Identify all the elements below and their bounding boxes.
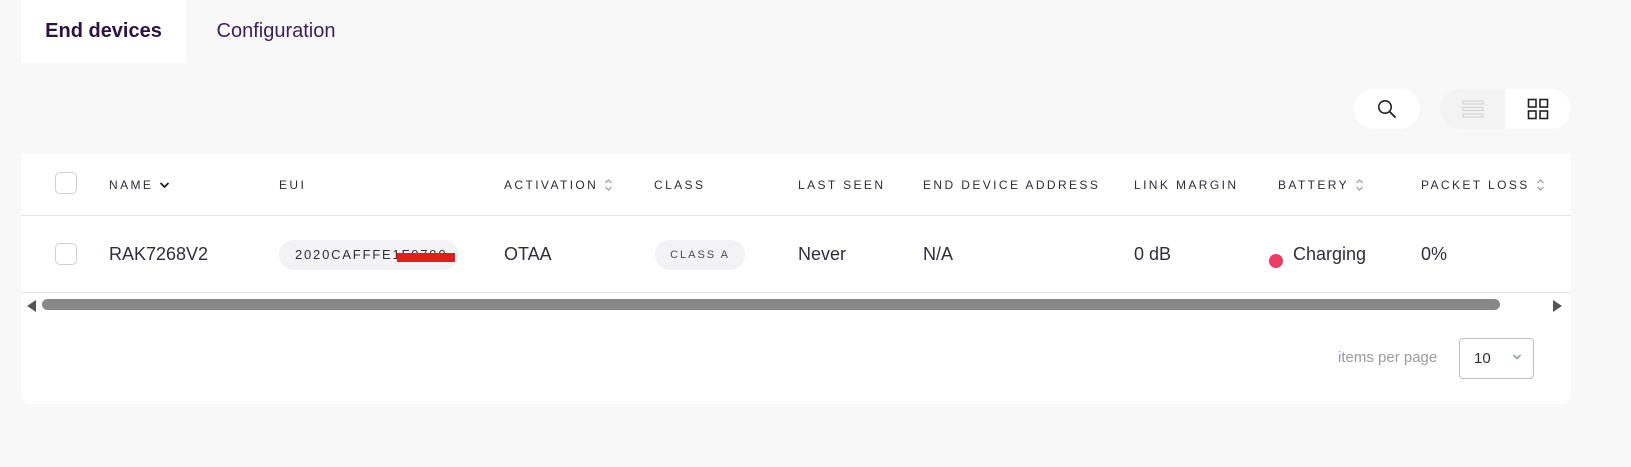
column-header-class-label: CLASS	[654, 178, 706, 192]
sort-toggle-icon	[1355, 178, 1364, 192]
tab-end-devices[interactable]: End devices	[21, 0, 186, 63]
list-view-button[interactable]	[1440, 89, 1505, 129]
column-header-end-device-address-label: END DEVICE ADDRESS	[923, 178, 1101, 192]
column-header-packet-loss-label: PACKET LOSS	[1421, 178, 1530, 192]
activation-value: OTAA	[504, 244, 552, 264]
column-header-last-seen-label: LAST SEEN	[798, 178, 886, 192]
devices-table-card: NAME EUI ACTIVATION CLASS LAST SEEN END …	[21, 154, 1571, 404]
sort-descending-icon	[159, 181, 170, 189]
column-header-end-device-address: END DEVICE ADDRESS	[923, 178, 1100, 192]
items-per-page-value: 10	[1474, 350, 1491, 367]
table-header: NAME EUI ACTIVATION CLASS LAST SEEN END …	[21, 154, 1571, 216]
class-badge: CLASS A	[655, 240, 745, 270]
chevron-down-icon	[1513, 354, 1521, 360]
list-view-icon	[1462, 100, 1483, 118]
redaction-mark	[397, 253, 455, 262]
tab-configuration[interactable]: Configuration	[186, 0, 366, 63]
items-per-page-select[interactable]: 10	[1459, 338, 1534, 379]
eui-badge: 2020CAFFFE1F0700	[279, 240, 459, 270]
column-header-class: CLASS	[654, 178, 705, 192]
column-header-battery[interactable]: BATTERY	[1278, 178, 1364, 192]
packet-loss-value: 0%	[1421, 244, 1448, 264]
scroll-left-arrow-icon[interactable]	[27, 300, 36, 312]
column-header-activation-label: ACTIVATION	[504, 178, 599, 192]
items-per-page-label: items per page	[1338, 349, 1438, 366]
horizontal-scrollbar[interactable]	[21, 296, 1571, 313]
column-header-link-margin-label: LINK MARGIN	[1134, 178, 1239, 192]
scroll-right-arrow-icon[interactable]	[1553, 300, 1562, 312]
sort-toggle-icon	[1536, 178, 1545, 192]
battery-status-dot	[1269, 254, 1283, 268]
column-header-name-label: NAME	[109, 178, 154, 192]
column-header-name[interactable]: NAME	[109, 178, 170, 192]
column-header-last-seen: LAST SEEN	[798, 178, 885, 192]
view-toggle	[1440, 89, 1571, 129]
column-header-link-margin: LINK MARGIN	[1134, 178, 1238, 192]
grid-view-icon	[1527, 98, 1548, 120]
column-header-battery-label: BATTERY	[1278, 178, 1350, 192]
column-header-activation[interactable]: ACTIVATION	[504, 178, 613, 192]
column-header-eui: EUI	[279, 178, 306, 192]
last-seen-value: Never	[798, 244, 847, 264]
column-header-eui-label: EUI	[279, 178, 307, 192]
scrollbar-thumb[interactable]	[42, 299, 1500, 310]
sort-toggle-icon	[604, 178, 613, 192]
table-row[interactable]: RAK7268V2 2020CAFFFE1F0700 OTAA CLASS A …	[21, 216, 1571, 293]
search-button[interactable]	[1354, 89, 1420, 129]
column-header-packet-loss[interactable]: PACKET LOSS	[1421, 178, 1545, 192]
search-icon	[1378, 100, 1396, 118]
grid-view-button[interactable]	[1505, 89, 1570, 129]
end-device-address-value: N/A	[923, 244, 954, 264]
battery-value: Charging	[1293, 244, 1367, 264]
select-all-checkbox[interactable]	[55, 172, 77, 194]
row-select-checkbox[interactable]	[55, 243, 77, 265]
link-margin-value: 0 dB	[1134, 244, 1172, 264]
device-name[interactable]: RAK7268V2	[109, 244, 208, 265]
tab-bar: End devices Configuration	[21, 0, 366, 63]
